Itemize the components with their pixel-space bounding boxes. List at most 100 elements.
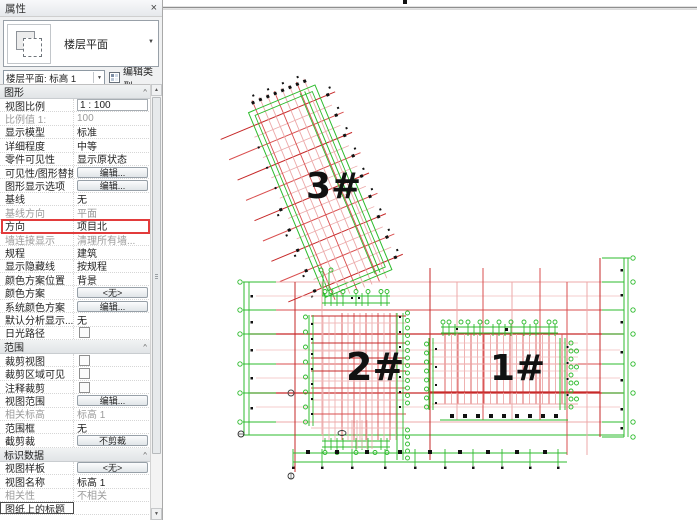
instance-type-combo[interactable]: 楼层平面: 标高 1 ▼ (3, 70, 105, 85)
value-text[interactable]: 显示原状态 (77, 153, 127, 165)
prop-row: 图形显示选项 编辑... (0, 179, 151, 193)
chevron-down-icon[interactable]: ▼ (148, 39, 154, 45)
value-button[interactable]: 编辑... (77, 300, 148, 312)
value-text[interactable]: 标准 (77, 126, 97, 138)
drawing-area[interactable]: 3# 2# 1# (163, 0, 697, 520)
prop-label: 视图名称 (0, 475, 74, 488)
value-text[interactable]: 按规程 (77, 260, 107, 272)
vertical-scrollbar[interactable]: ▲ ▼ (150, 84, 162, 520)
arrow-up-icon: ▲ (154, 87, 159, 93)
properties-grid: 图形 ^ 视图比例 1 : 100 比例值 1: 100 显示模型 标准 详细程度 中等 零件可见性… (0, 84, 151, 520)
value-text[interactable]: 无 (77, 193, 87, 205)
prop-label: 范围框 (0, 420, 74, 434)
value-checkbox[interactable] (79, 368, 90, 380)
value-text[interactable]: 项目北 (77, 220, 107, 232)
value-text[interactable]: 背景 (77, 273, 97, 286)
value-button[interactable]: 编辑... (77, 166, 148, 178)
prop-label: 注释裁剪 (0, 380, 74, 394)
prop-value: 编辑... (74, 300, 151, 312)
prop-row: 图纸上的标题 (0, 501, 151, 516)
prop-label: 墙连接显示 (0, 232, 74, 246)
section-header[interactable]: 标识数据 ^ (0, 447, 151, 462)
prop-label: 截剪裁 (0, 434, 74, 447)
prop-row: 默认分析显示... 无 (0, 313, 151, 327)
prop-row: 规程 建筑 (0, 246, 151, 260)
prop-label: 比例值 1: (0, 112, 74, 125)
scroll-up-button[interactable]: ▲ (151, 84, 162, 96)
prop-row: 详细程度 中等 (0, 139, 151, 153)
section-header[interactable]: 范围 ^ (0, 340, 151, 355)
prop-value: 无 (74, 313, 151, 326)
prop-row: 颜色方案 <无> (0, 286, 151, 300)
value-text[interactable]: 无 (77, 313, 87, 326)
prop-row: 日光路径 (0, 326, 151, 341)
prop-value: <无> (74, 286, 151, 299)
value-text[interactable]: 无 (77, 421, 87, 434)
type-selector[interactable]: 楼层平面 ▼ (3, 20, 159, 67)
building-2-label: 2# (346, 345, 404, 389)
instance-row: 楼层平面: 标高 1 ▼ 编辑类型 (3, 67, 159, 93)
arrow-down-icon: ▼ (154, 511, 159, 517)
value-button[interactable]: 编辑... (77, 180, 148, 192)
prop-label: 基线 (0, 192, 74, 206)
prop-value: 标高 1 (74, 408, 151, 420)
prop-label: 方向 (0, 219, 74, 232)
scroll-thumb[interactable] (152, 97, 161, 454)
value-checkbox[interactable] (79, 354, 90, 366)
prop-label: 视图范围 (0, 394, 74, 407)
prop-label: 视图比例 (0, 99, 74, 112)
prop-value: 不相关 (74, 489, 151, 501)
prop-label: 默认分析显示... (0, 313, 74, 326)
value-text[interactable]: 清理所有墙... (77, 233, 135, 246)
value-button[interactable]: 不剪裁 (77, 435, 148, 447)
building-1-label: 1# (490, 348, 545, 389)
prop-row: 注释裁剪 (0, 380, 151, 395)
combo-arrow-icon[interactable]: ▼ (93, 72, 102, 83)
section-collapse-icon[interactable]: ^ (143, 451, 147, 458)
prop-row: 截剪裁 不剪裁 (0, 434, 151, 448)
prop-row: 基线方向 平面 (0, 206, 151, 220)
prop-label: 相关性 (0, 488, 74, 501)
value-button[interactable]: 编辑... (77, 394, 148, 406)
prop-value: 建筑 (74, 246, 151, 259)
type-preview-icon (7, 23, 51, 64)
palette-titlebar[interactable]: 属性 × (0, 0, 162, 17)
value-text[interactable]: 标高 1 (77, 408, 105, 420)
prop-label: 零件可见性 (0, 152, 74, 165)
prop-row: 颜色方案位置 背景 (0, 273, 151, 287)
prop-row: 视图样板 <无> (0, 461, 151, 476)
value-text[interactable]: 建筑 (77, 246, 97, 259)
prop-row (0, 515, 151, 520)
edit-type-icon (109, 72, 120, 83)
prop-row: 相关标高 标高 1 (0, 407, 151, 421)
prop-row: 比例值 1: 100 (0, 112, 151, 126)
prop-value: 编辑... (74, 166, 151, 178)
close-icon[interactable]: × (151, 3, 157, 14)
drawing-canvas[interactable]: 3# 2# 1# (163, 0, 697, 520)
prop-row: 系统颜色方案 编辑... (0, 299, 151, 314)
prop-label: 颜色方案位置 (0, 273, 74, 286)
section-header[interactable]: 图形 ^ (0, 85, 151, 99)
section-collapse-icon[interactable]: ^ (143, 88, 147, 95)
prop-value (74, 354, 151, 366)
scroll-down-button[interactable]: ▼ (151, 508, 162, 520)
value-text[interactable]: 中等 (77, 139, 97, 152)
value-checkbox[interactable] (79, 327, 90, 339)
value-text[interactable]: 不相关 (77, 489, 107, 501)
section-collapse-icon[interactable]: ^ (143, 343, 147, 350)
section-label: 标识数据 (4, 450, 44, 462)
building-3-label: 3# (306, 166, 361, 207)
instance-type-value: 楼层平面: 标高 1 (6, 73, 77, 85)
prop-value (74, 502, 151, 514)
value-text[interactable]: 100 (77, 113, 94, 124)
value-text[interactable]: 平面 (77, 206, 97, 219)
value-text[interactable]: 标高 1 (77, 475, 105, 488)
prop-label: 显示模型 (0, 125, 74, 139)
value-checkbox[interactable] (79, 381, 90, 393)
prop-label: 详细程度 (0, 139, 74, 152)
prop-value: <无> (74, 462, 151, 474)
value-button[interactable]: <无> (77, 287, 148, 299)
prop-value: 无 (74, 193, 151, 205)
value-button[interactable]: <无> (77, 462, 148, 474)
value-combo[interactable]: 1 : 100 (77, 99, 148, 112)
